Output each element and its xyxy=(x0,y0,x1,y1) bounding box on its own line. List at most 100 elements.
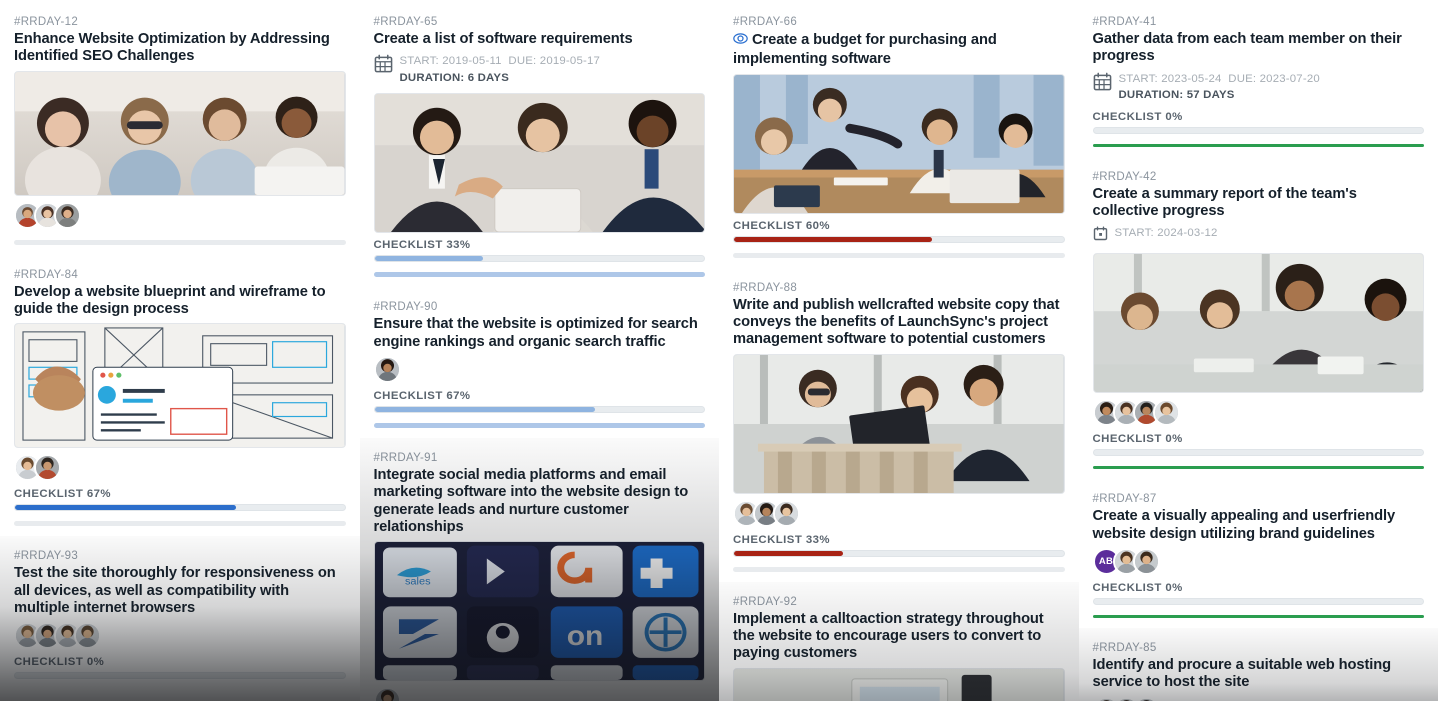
avatar-group[interactable] xyxy=(14,201,346,230)
avatar-group[interactable] xyxy=(14,622,346,650)
card-cover-image xyxy=(733,73,1065,214)
avatar[interactable] xyxy=(1152,399,1180,427)
avatar[interactable] xyxy=(74,622,101,650)
kanban-column-4: #RRDAY-41 Gather data from each team mem… xyxy=(1078,0,1438,701)
checklist-progress-fill xyxy=(734,236,932,242)
checklist-progress-bar xyxy=(14,672,346,680)
date-range: START: 2023-05-24 DUE: 2023-07-20 xyxy=(1119,73,1320,85)
card-rrday-84[interactable]: #RRDAY-84 Develop a website blueprint an… xyxy=(14,254,346,537)
avatar[interactable] xyxy=(54,201,81,229)
card-cover-image: sales on xyxy=(373,541,705,682)
kanban-column-3: #RRDAY-66 Create a budget for purchasing… xyxy=(719,0,1079,701)
card-title: Enhance Website Optimization by Addressi… xyxy=(14,31,330,65)
card-title: Develop a website blueprint and wirefram… xyxy=(14,283,326,318)
checklist-progress-fill xyxy=(15,505,236,511)
kanban-board: #RRDAY-12 Enhance Website Optimization b… xyxy=(0,0,1438,701)
checklist-label: CHECKLIST 60% xyxy=(733,219,830,232)
card-key: #RRDAY-66 xyxy=(733,16,798,28)
card-title: Create a summary report of the team's co… xyxy=(1092,185,1357,220)
card-key: #RRDAY-84 xyxy=(14,268,79,281)
avatar[interactable] xyxy=(373,687,401,701)
card-key: #RRDAY-41 xyxy=(1092,16,1157,28)
card-key: #RRDAY-85 xyxy=(1092,642,1157,655)
start-date: START: 2023-05-24 xyxy=(1118,72,1222,85)
avatar[interactable] xyxy=(773,499,800,527)
card-title: Gather data from each team member on the… xyxy=(1092,31,1402,65)
avatar-group[interactable] xyxy=(373,356,706,384)
card-cover-image xyxy=(1092,253,1424,394)
card-rrday-66[interactable]: #RRDAY-66 Create a budget for purchasing… xyxy=(733,0,1065,268)
card-title: Ensure that the website is optimized for… xyxy=(373,316,698,350)
checklist-progress-bar xyxy=(1092,598,1424,606)
card-title: Identify and procure a suitable web host… xyxy=(1092,657,1392,691)
card-key: #RRDAY-42 xyxy=(1092,170,1157,183)
checklist-progress-bar xyxy=(733,549,1065,557)
checklist-progress-bar xyxy=(1092,449,1424,457)
checklist-label: CHECKLIST 33% xyxy=(733,533,830,546)
card-key: #RRDAY-65 xyxy=(373,16,438,28)
checklist-label: CHECKLIST 0% xyxy=(1092,582,1183,595)
card-title: Test the site thoroughly for responsiven… xyxy=(14,565,336,617)
due-date: DUE: 2019-05-17 xyxy=(508,55,601,68)
checklist-label: CHECKLIST 33% xyxy=(373,239,471,252)
card-cover-image xyxy=(14,70,346,196)
avatar[interactable] xyxy=(34,454,61,482)
checklist-label: CHECKLIST 0% xyxy=(1092,110,1183,123)
card-separator xyxy=(733,252,1065,258)
card-cover-image xyxy=(14,323,346,449)
eye-icon[interactable] xyxy=(733,31,748,51)
avatar[interactable] xyxy=(1092,696,1120,701)
checklist-progress-bar xyxy=(373,406,705,414)
checklist-progress-bar xyxy=(1092,126,1424,134)
avatar-group[interactable] xyxy=(1092,696,1425,701)
avatar[interactable] xyxy=(373,356,401,384)
card-title: Implement a calltoaction strategy throug… xyxy=(733,610,1044,662)
checklist-progress-bar xyxy=(373,255,705,263)
card-title: Create a budget for purchasing and imple… xyxy=(733,31,1065,69)
checklist-progress-fill xyxy=(374,407,596,413)
avatar[interactable] xyxy=(1132,548,1160,576)
start-date: START: 2024-03-12 xyxy=(1114,227,1218,240)
card-rrday-65[interactable]: #RRDAY-65 Create a list of software requ… xyxy=(373,0,706,288)
card-key: #RRDAY-90 xyxy=(373,301,438,314)
card-separator xyxy=(373,272,705,278)
card-rrday-85[interactable]: #RRDAY-85 Identify and procure a suitabl… xyxy=(1078,628,1438,701)
card-key: #RRDAY-87 xyxy=(1092,493,1157,506)
card-dates: START: 2019-05-11 DUE: 2019-05-17 DURATI… xyxy=(374,53,706,86)
checklist-label: CHECKLIST 0% xyxy=(1092,433,1183,446)
card-rrday-41[interactable]: #RRDAY-41 Gather data from each team mem… xyxy=(1092,0,1424,157)
avatar-group[interactable] xyxy=(733,499,1065,528)
card-rrday-87[interactable]: #RRDAY-87 Create a visually appealing an… xyxy=(1092,479,1425,629)
avatar-group[interactable] xyxy=(14,454,346,482)
avatar-group[interactable]: AB xyxy=(1092,548,1425,576)
card-key: #RRDAY-12 xyxy=(14,16,79,28)
card-rrday-91[interactable]: #RRDAY-91 Integrate social media platfor… xyxy=(359,438,719,701)
checklist-progress-fill xyxy=(374,256,484,262)
card-separator xyxy=(1092,615,1424,619)
card-title: Create a visually appealing and userfrie… xyxy=(1092,508,1396,542)
calendar-day-icon xyxy=(1093,226,1108,246)
avatar-group[interactable] xyxy=(1092,399,1425,427)
card-rrday-42[interactable]: #RRDAY-42 Create a summary report of the… xyxy=(1092,156,1425,480)
card-rrday-90[interactable]: #RRDAY-90 Ensure that the website is opt… xyxy=(373,287,706,439)
checklist-label: CHECKLIST 0% xyxy=(14,656,105,669)
card-rrday-93[interactable]: #RRDAY-93 Test the site thoroughly for r… xyxy=(0,536,359,701)
card-rrday-92[interactable]: #RRDAY-92 Implement a calltoaction strat… xyxy=(719,581,1078,701)
card-title: Integrate social media platforms and ema… xyxy=(373,467,689,536)
card-separator xyxy=(14,521,346,527)
card-separator xyxy=(1092,143,1424,147)
card-rrday-88[interactable]: #RRDAY-88 Write and publish wellcrafted … xyxy=(733,267,1065,582)
card-key: #RRDAY-88 xyxy=(733,281,798,294)
avatar-group[interactable] xyxy=(373,687,706,701)
avatar[interactable] xyxy=(1112,696,1140,701)
card-key: #RRDAY-92 xyxy=(733,595,798,608)
card-rrday-12[interactable]: #RRDAY-12 Enhance Website Optimization b… xyxy=(14,0,346,255)
card-title-text: Create a budget for purchasing and imple… xyxy=(733,32,997,68)
date-range: START: 2019-05-11 DUE: 2019-05-17 xyxy=(400,55,601,67)
calendar-range-icon xyxy=(1093,72,1112,96)
checklist-progress-bar xyxy=(733,235,1065,243)
kanban-column-2: #RRDAY-65 Create a list of software requ… xyxy=(359,0,720,701)
start-date: START: 2019-05-11 xyxy=(399,55,502,68)
avatar[interactable] xyxy=(1132,696,1160,701)
calendar-range-icon xyxy=(374,54,393,78)
